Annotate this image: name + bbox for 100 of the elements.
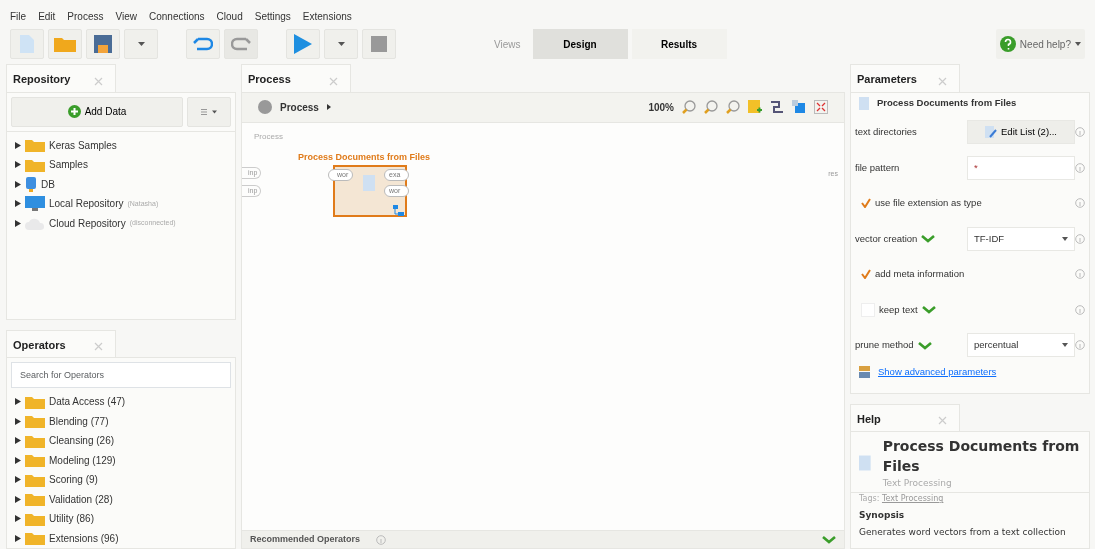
operator-group[interactable]: Validation (28) — [49, 491, 113, 507]
help-icon — [999, 36, 1016, 52]
menu-item[interactable]: Connections — [149, 9, 205, 24]
operator-group[interactable]: Cleansing (26) — [49, 433, 115, 449]
stop-button[interactable] — [362, 29, 396, 59]
close-icon[interactable] — [94, 342, 103, 352]
canvas-label: Process — [254, 130, 283, 143]
plus-icon — [67, 105, 81, 118]
views-label: Views — [494, 37, 521, 52]
menu-item[interactable]: Process — [67, 9, 104, 24]
operator-group[interactable]: Utility (86) — [49, 511, 94, 527]
operator-title: Process Documents from Files — [298, 150, 431, 164]
caret-icon — [1062, 343, 1068, 348]
info-icon[interactable] — [1075, 269, 1085, 280]
panel-tab-title[interactable]: Process — [248, 73, 291, 85]
search-field[interactable]: Search for Operators — [11, 362, 231, 388]
caret-icon[interactable] — [15, 417, 21, 425]
undo-button[interactable] — [186, 29, 220, 59]
close-icon[interactable] — [329, 76, 338, 86]
operator-group[interactable]: Blending (77) — [49, 413, 109, 429]
subprocess-icon — [393, 205, 404, 217]
operator-group[interactable]: Modeling (129) — [49, 452, 116, 468]
info-icon[interactable] — [376, 534, 387, 545]
menu-item[interactable]: Settings — [254, 9, 291, 24]
input-field[interactable]: * — [967, 155, 1075, 180]
cube-icon[interactable] — [792, 100, 806, 114]
check-icon[interactable] — [861, 269, 871, 280]
info-icon[interactable] — [1075, 304, 1085, 315]
menu-item[interactable]: Extensions — [302, 9, 352, 24]
chevron-icon[interactable] — [822, 535, 836, 544]
parameter-label: file pattern — [855, 160, 900, 175]
run-button[interactable] — [286, 29, 320, 59]
caret-icon[interactable] — [15, 515, 21, 523]
select-field[interactable]: percentual — [967, 333, 1075, 358]
recommended-operators-title[interactable]: Recommended Operators — [250, 532, 361, 547]
operator-group[interactable]: Data Access (47) — [49, 394, 126, 410]
close-icon[interactable] — [94, 76, 103, 86]
folder-icon — [54, 36, 76, 52]
advanced-icon — [859, 366, 870, 378]
folder-icon — [25, 433, 45, 448]
folder-icon — [25, 138, 45, 153]
caret-icon[interactable] — [15, 398, 21, 406]
repository-item[interactable]: Local Repository — [49, 196, 124, 212]
edit-icon — [985, 126, 997, 139]
operator-name: Process Documents from Files — [877, 96, 1017, 111]
operator-group[interactable]: Scoring (9) — [49, 472, 98, 488]
caret-icon[interactable] — [15, 456, 21, 464]
info-icon[interactable] — [1075, 198, 1085, 209]
close-icon[interactable] — [938, 76, 947, 86]
menu-button[interactable] — [187, 96, 231, 127]
check-icon[interactable] — [861, 198, 871, 209]
caret-icon[interactable] — [15, 180, 21, 188]
fit-icon[interactable] — [814, 100, 828, 114]
info-icon[interactable] — [1075, 162, 1085, 173]
caret-icon[interactable] — [15, 219, 21, 227]
operator-group[interactable]: Extensions (96) — [49, 530, 119, 546]
info-icon[interactable] — [1075, 127, 1085, 138]
parameter-label: vector creation — [855, 231, 918, 246]
menu-item[interactable]: Cloud — [216, 9, 243, 24]
repository-item[interactable]: DB — [41, 176, 55, 192]
zoom-icon[interactable] — [682, 100, 696, 114]
caret-icon[interactable] — [15, 200, 21, 208]
help-button[interactable]: Need help? — [995, 29, 1085, 59]
floppy-icon — [94, 35, 112, 53]
info-icon[interactable] — [1075, 340, 1085, 351]
document-icon — [859, 97, 869, 110]
redo-button[interactable] — [224, 29, 258, 59]
help-text: Generates word vectors from a text collection — [858, 525, 1067, 539]
caret-icon[interactable] — [326, 104, 331, 110]
caret-icon[interactable] — [15, 437, 21, 445]
caret-icon[interactable] — [15, 495, 21, 503]
folder-icon — [25, 157, 45, 172]
caret-icon[interactable] — [15, 476, 21, 484]
zoom-out-icon[interactable] — [726, 100, 740, 114]
menu-item[interactable]: View — [115, 9, 137, 24]
info-icon[interactable] — [1075, 233, 1085, 244]
repository-item[interactable]: Keras Samples — [49, 137, 117, 153]
zoom-in-icon[interactable] — [704, 100, 718, 114]
repository-item[interactable]: Cloud Repository — [49, 215, 126, 231]
breadcrumb[interactable]: Process — [280, 99, 319, 115]
save-button[interactable] — [86, 29, 120, 59]
panel-tab-title[interactable]: Help — [857, 412, 881, 425]
close-icon[interactable] — [938, 416, 947, 426]
help-heading: Process Documents from Files — [882, 437, 1081, 477]
menu-item[interactable]: Edit — [38, 9, 56, 24]
edit-list-button[interactable]: Edit List (2)... — [967, 120, 1075, 145]
caret-icon[interactable] — [15, 141, 21, 149]
database-icon — [25, 176, 37, 192]
caret-icon — [1062, 236, 1068, 241]
folder-icon — [25, 472, 45, 487]
view-tab[interactable]: Design — [532, 29, 628, 59]
advanced-parameters-link[interactable]: Show advanced parameters — [878, 364, 997, 380]
select-field[interactable]: TF-IDF — [967, 226, 1075, 251]
repository-item[interactable]: Samples — [49, 157, 88, 173]
caret-icon[interactable] — [15, 161, 21, 169]
add-data-button[interactable]: Add Data — [11, 96, 183, 127]
note-icon[interactable] — [748, 100, 762, 114]
view-tab[interactable]: Results — [631, 29, 727, 59]
caret-icon[interactable] — [15, 534, 21, 542]
menu-item[interactable]: File — [10, 9, 27, 24]
